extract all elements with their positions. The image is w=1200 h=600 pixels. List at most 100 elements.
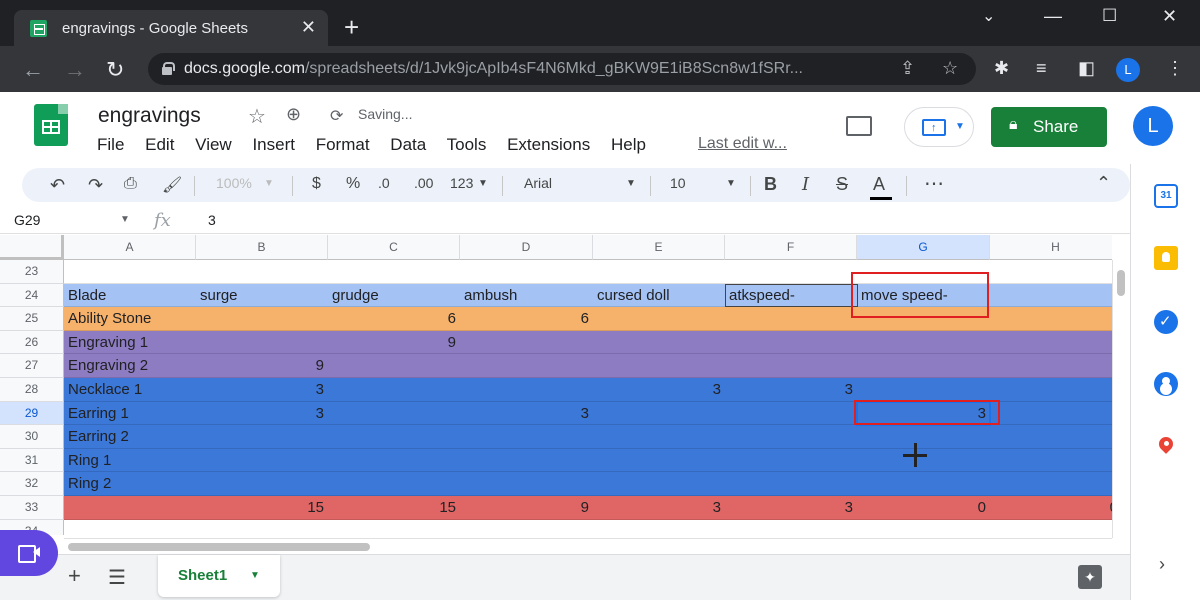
cell-c25[interactable]: 6 bbox=[328, 307, 460, 331]
column-header-e[interactable]: E bbox=[593, 235, 725, 260]
move-to-folder-icon[interactable]: ⊕ bbox=[286, 104, 301, 125]
row-header-30[interactable]: 30 bbox=[0, 425, 64, 449]
cell-b24[interactable]: surge bbox=[196, 284, 328, 308]
cell-d33[interactable]: 9 bbox=[460, 496, 593, 520]
reload-icon[interactable]: ↻ bbox=[106, 57, 124, 83]
side-panel-icon[interactable]: ◧ bbox=[1078, 58, 1095, 79]
cell-a28[interactable]: Necklace 1 bbox=[64, 378, 196, 402]
cell-d29[interactable]: 3 bbox=[460, 402, 593, 426]
extensions-icon[interactable]: ✱ bbox=[994, 58, 1009, 79]
cell-c24[interactable]: grudge bbox=[328, 284, 460, 308]
menu-tools[interactable]: Tools bbox=[447, 135, 487, 154]
share-button[interactable]: 🔒︎ Share bbox=[991, 107, 1107, 147]
address-bar[interactable]: docs.google.com/spreadsheets/d/1Jvk9jcAp… bbox=[148, 53, 976, 85]
cell-a29[interactable]: Earring 1 bbox=[64, 402, 196, 426]
cell-a31[interactable]: Ring 1 bbox=[64, 449, 196, 473]
maps-icon[interactable] bbox=[1154, 436, 1178, 460]
maximize-icon[interactable]: ☐ bbox=[1102, 6, 1117, 26]
cell-f28[interactable]: 3 bbox=[725, 378, 857, 402]
tab-search-icon[interactable]: ⌄ bbox=[982, 6, 995, 26]
row-header-24[interactable]: 24 bbox=[0, 283, 64, 308]
add-sheet-icon[interactable]: + bbox=[68, 563, 81, 589]
cell-e33[interactable]: 3 bbox=[593, 496, 725, 520]
strikethrough-button[interactable]: S bbox=[836, 174, 848, 195]
sheet-tab-sheet1[interactable]: Sheet1 ▼ bbox=[158, 555, 280, 597]
paint-format-icon[interactable]: 🖌︎ bbox=[162, 175, 182, 195]
cell-b33[interactable]: 15 bbox=[196, 496, 328, 520]
row-header-27[interactable]: 27 bbox=[0, 354, 64, 378]
sheets-logo-icon[interactable] bbox=[34, 104, 68, 146]
row-header-23[interactable]: 23 bbox=[0, 260, 64, 284]
contacts-icon[interactable] bbox=[1154, 372, 1178, 396]
menu-format[interactable]: Format bbox=[316, 135, 370, 154]
font-select[interactable]: Arial bbox=[524, 175, 552, 191]
window-close-icon[interactable]: ✕ bbox=[1162, 6, 1177, 27]
row-header-28[interactable]: 28 bbox=[0, 378, 64, 402]
formula-input[interactable]: 3 bbox=[208, 212, 216, 228]
cell-b28[interactable]: 3 bbox=[196, 378, 328, 402]
media-control-icon[interactable]: ≡ bbox=[1036, 58, 1047, 79]
row-header-26[interactable]: 26 bbox=[0, 330, 64, 355]
row-header-25[interactable]: 25 bbox=[0, 307, 64, 331]
tab-close-icon[interactable]: ✕ bbox=[301, 17, 316, 38]
back-icon[interactable]: ← bbox=[22, 57, 44, 83]
italic-button[interactable]: I bbox=[802, 174, 809, 195]
cell-f33[interactable]: 3 bbox=[725, 496, 857, 520]
cell-h33[interactable]: 0 bbox=[990, 496, 1112, 520]
present-button[interactable]: ↑ ▼ bbox=[904, 107, 974, 147]
new-tab-icon[interactable]: + bbox=[344, 14, 359, 40]
cell-a32[interactable]: Ring 2 bbox=[64, 472, 196, 496]
explore-icon[interactable]: ✦ bbox=[1078, 565, 1102, 589]
browser-tab[interactable]: engravings - Google Sheets ✕ bbox=[14, 10, 328, 46]
cell-a27[interactable]: Engraving 2 bbox=[64, 354, 196, 378]
row-header-29[interactable]: 29 bbox=[0, 401, 64, 426]
more-options-icon[interactable]: ⋯ bbox=[924, 171, 944, 196]
vertical-scrollbar[interactable] bbox=[1112, 260, 1130, 538]
menu-help[interactable]: Help bbox=[611, 135, 646, 154]
forward-icon[interactable]: → bbox=[64, 57, 86, 83]
calendar-icon[interactable]: 31 bbox=[1154, 184, 1178, 208]
collapse-menus-icon[interactable]: ⌃ bbox=[1096, 173, 1111, 194]
row-header-33[interactable]: 33 bbox=[0, 496, 64, 520]
chevron-right-icon[interactable]: › bbox=[1159, 554, 1165, 575]
last-edit-link[interactable]: Last edit w... bbox=[698, 135, 787, 153]
horizontal-scroll-thumb[interactable] bbox=[68, 543, 370, 551]
redo-icon[interactable]: ↷ bbox=[88, 175, 103, 196]
menu-view[interactable]: View bbox=[195, 135, 232, 154]
increase-decimal-button[interactable]: .00 bbox=[414, 175, 433, 191]
document-title[interactable]: engravings bbox=[98, 104, 201, 128]
menu-data[interactable]: Data bbox=[390, 135, 426, 154]
zoom-select[interactable]: 100% bbox=[216, 175, 252, 191]
row-header-32[interactable]: 32 bbox=[0, 472, 64, 496]
cell-a30[interactable]: Earring 2 bbox=[64, 425, 196, 449]
cloud-status-icon[interactable]: ⟳ bbox=[330, 106, 343, 126]
cell-d25[interactable]: 6 bbox=[460, 307, 593, 331]
column-header-h[interactable]: H bbox=[990, 235, 1112, 260]
column-header-a[interactable]: A bbox=[64, 235, 196, 260]
cell-b29[interactable]: 3 bbox=[196, 402, 328, 426]
cell-b27[interactable]: 9 bbox=[196, 354, 328, 378]
spreadsheet-grid[interactable]: A B C D E F G H 23 24 Blade surge grudge ambush cursed… bbox=[0, 235, 1112, 535]
column-header-f[interactable]: F bbox=[725, 235, 857, 260]
account-avatar[interactable]: L bbox=[1133, 106, 1173, 146]
cell-a25[interactable]: Ability Stone bbox=[64, 307, 196, 331]
text-color-button[interactable]: A bbox=[869, 174, 893, 200]
decrease-decimal-button[interactable]: .0 bbox=[378, 175, 390, 191]
column-header-c[interactable]: C bbox=[328, 235, 460, 260]
select-all-corner[interactable] bbox=[0, 235, 64, 260]
star-icon[interactable]: ☆ bbox=[248, 104, 266, 129]
menu-extensions[interactable]: Extensions bbox=[507, 135, 590, 154]
cell-c26[interactable]: 9 bbox=[328, 331, 460, 355]
cell-c33[interactable]: 15 bbox=[328, 496, 460, 520]
menu-insert[interactable]: Insert bbox=[252, 135, 295, 154]
column-header-g[interactable]: G bbox=[857, 235, 990, 260]
chevron-down-icon[interactable]: ▼ bbox=[250, 570, 260, 581]
font-size-select[interactable]: 10 bbox=[670, 175, 686, 191]
keep-icon[interactable] bbox=[1154, 246, 1178, 270]
minimize-icon[interactable]: — bbox=[1044, 6, 1062, 27]
currency-button[interactable]: $ bbox=[312, 175, 321, 193]
cell-a24[interactable]: Blade bbox=[64, 284, 196, 308]
cell-g33[interactable]: 0 bbox=[857, 496, 990, 520]
cell-d24[interactable]: ambush bbox=[460, 284, 593, 308]
bold-button[interactable]: B bbox=[764, 174, 777, 195]
